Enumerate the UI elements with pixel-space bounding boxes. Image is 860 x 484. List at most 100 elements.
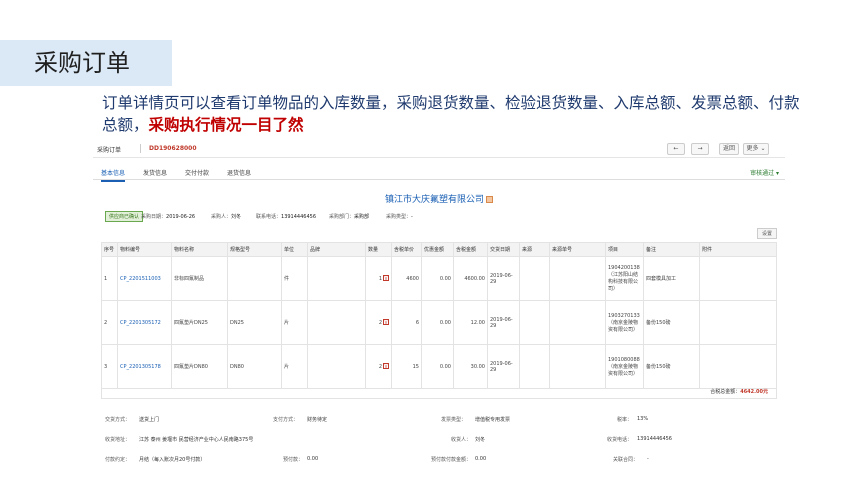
- pay-label: 支付方式：: [273, 417, 299, 423]
- dept-info: 采购部门：采购部: [329, 213, 369, 220]
- pay-value: 财务待定: [307, 417, 328, 423]
- col-header: 物料编号: [117, 242, 172, 257]
- table-header-row: 序号 物料编号 物料名称 规格型号 单位 品牌 数量 含税单价 优惠金额 含税金…: [101, 242, 777, 257]
- slide-description: 订单详情页可以查看订单物品的入库数量，采购退货数量、检验退货数量、入库总额、发票…: [102, 92, 802, 136]
- contract-label: 关联合同：: [613, 457, 639, 463]
- tab-return-info[interactable]: 退货信息: [227, 168, 251, 177]
- col-header: 来源单号: [549, 242, 606, 257]
- trade-value: 送货上门: [139, 417, 160, 423]
- document-icon[interactable]: [486, 196, 493, 203]
- purchase-date-info: 采购日期：2019-06-26: [141, 213, 195, 220]
- item-code-link[interactable]: CP_2201305172: [120, 320, 161, 326]
- cell-source: [519, 256, 550, 301]
- prepay-value: 0.00: [307, 456, 319, 462]
- footer-row-payment: 付款约定： 月结（每入账次月20号付款） 预付款： 0.00 预付款付款金额： …: [101, 456, 777, 468]
- col-header: 优惠金额: [421, 242, 454, 257]
- col-header: 序号: [101, 242, 118, 257]
- cell-no: 3: [101, 344, 118, 389]
- total-label: 合税总金额：: [710, 389, 741, 395]
- order-number: DD190628000: [149, 145, 197, 152]
- col-header: 附件: [699, 242, 777, 257]
- col-header: 含税单价: [391, 242, 422, 257]
- col-header: 含税金额: [453, 242, 488, 257]
- address-label: 收货地址：: [105, 437, 131, 443]
- cell-remark: 备份150磅: [643, 344, 700, 389]
- col-header: 数量: [365, 242, 392, 257]
- qty-value: 1: [378, 276, 382, 282]
- item-code-link[interactable]: CP_2201305178: [120, 364, 161, 370]
- breadcrumb-separator: [140, 144, 141, 153]
- back-button[interactable]: 返回: [719, 143, 739, 155]
- tab-shipping-info[interactable]: 发货信息: [143, 168, 167, 177]
- breadcrumb[interactable]: 采购订单: [97, 145, 121, 154]
- invoice-type-label: 发票类型：: [441, 417, 467, 423]
- table-row: 1 CP_2201511003 非标四氟制品 件 1V 4600 0.00 46…: [101, 256, 777, 301]
- receiver-phone-value: 13914446456: [637, 436, 672, 442]
- footer-row-address: 收货地址： 江苏 泰州 姜堰市 民营经济产业中心人民南路375号 收货人： 刘冬…: [101, 436, 777, 448]
- tab-delivery-payment[interactable]: 交付付款: [185, 168, 209, 177]
- receiver-label: 收货人：: [451, 437, 472, 443]
- cell-unit: 片: [281, 300, 308, 345]
- dept-value: 采购部: [354, 214, 370, 220]
- tax-label: 税率：: [617, 417, 633, 423]
- cell-remark: 备份150磅: [643, 300, 700, 345]
- prev-arrow-icon[interactable]: ←: [667, 143, 685, 155]
- cell-attach: [699, 344, 777, 389]
- cell-price: 6: [391, 300, 422, 345]
- cell-amount: 30.00: [453, 344, 488, 389]
- cell-discount: 0.00: [421, 344, 454, 389]
- item-code-link[interactable]: CP_2201511003: [120, 276, 161, 282]
- detail-v-icon[interactable]: V: [383, 319, 389, 325]
- col-header: 物料名称: [171, 242, 228, 257]
- tab-basic-info[interactable]: 基本信息: [101, 168, 126, 182]
- top-bar: 采购订单 DD190628000 ← → 返回 更多 ⌄: [93, 140, 785, 158]
- next-arrow-icon[interactable]: →: [691, 143, 709, 155]
- cell-no: 1: [101, 256, 118, 301]
- cell-date: 2019-06-29: [487, 344, 520, 389]
- detail-v-icon[interactable]: V: [383, 363, 389, 369]
- col-header: 单位: [281, 242, 308, 257]
- phone-info: 联系电话：13914446456: [256, 213, 316, 220]
- phone-value: 13914446456: [281, 214, 317, 220]
- cell-date: 2019-06-29: [487, 256, 520, 301]
- dept-label: 采购部门：: [329, 214, 355, 220]
- prepay-ratio-value: 0.00: [475, 456, 487, 462]
- cell-source-no: [549, 300, 606, 345]
- status-badge: 供应商已确认: [105, 211, 144, 222]
- cell-project: 1904200138（江苏阳山结构科技有限公司）: [605, 256, 644, 301]
- cell-name: 四氟垫片DN80: [171, 344, 228, 389]
- cell-discount: 0.00: [421, 300, 454, 345]
- cell-qty: 2V: [365, 344, 392, 389]
- settings-button[interactable]: 设置: [756, 228, 777, 239]
- cell-date: 2019-06-29: [487, 300, 520, 345]
- slide-title: 采购订单: [0, 40, 172, 86]
- table-row: 2 CP_2201305172 四氟垫片DN25 DN25 片 2V 6 0.0…: [101, 300, 777, 345]
- cell-discount: 0.00: [421, 256, 454, 301]
- supplier-name: 镇江市大庆氟塑有限公司: [93, 192, 785, 205]
- type-value: -: [411, 214, 413, 220]
- cell-source: [519, 300, 550, 345]
- detail-v-icon[interactable]: V: [383, 275, 389, 281]
- audit-status-dropdown[interactable]: 审核通过 ▾: [750, 168, 779, 177]
- cell-qty: 2V: [365, 300, 392, 345]
- qty-value: 2: [378, 364, 382, 370]
- invoice-type-value: 增值税专用发票: [475, 417, 511, 423]
- cell-spec: DN80: [227, 344, 282, 389]
- buyer-info: 采购人：刘冬: [211, 213, 241, 220]
- cell-source-no: [549, 344, 606, 389]
- order-info-line: 供应商已确认 采购日期：2019-06-26 采购人：刘冬 联系电话：13914…: [101, 210, 781, 222]
- cell-qty: 1V: [365, 256, 392, 301]
- more-button[interactable]: 更多 ⌄: [743, 143, 769, 155]
- cell-price: 15: [391, 344, 422, 389]
- col-header: 规格型号: [227, 242, 282, 257]
- order-detail-screenshot: 采购订单 DD190628000 ← → 返回 更多 ⌄ 基本信息 发货信息 交…: [93, 140, 785, 480]
- col-header: 来源: [519, 242, 550, 257]
- term-label: 付款约定：: [105, 457, 131, 463]
- cell-unit: 片: [281, 344, 308, 389]
- type-info: 采购类型：-: [386, 213, 413, 220]
- cell-project: 1901080088（南京金陵物资有限公司）: [605, 344, 644, 389]
- purchase-date-value: 2019-06-26: [166, 214, 196, 220]
- receiver-phone-label: 收货电话：: [607, 437, 633, 443]
- term-value: 月结（每入账次月20号付款）: [139, 457, 206, 463]
- cell-unit: 件: [281, 256, 308, 301]
